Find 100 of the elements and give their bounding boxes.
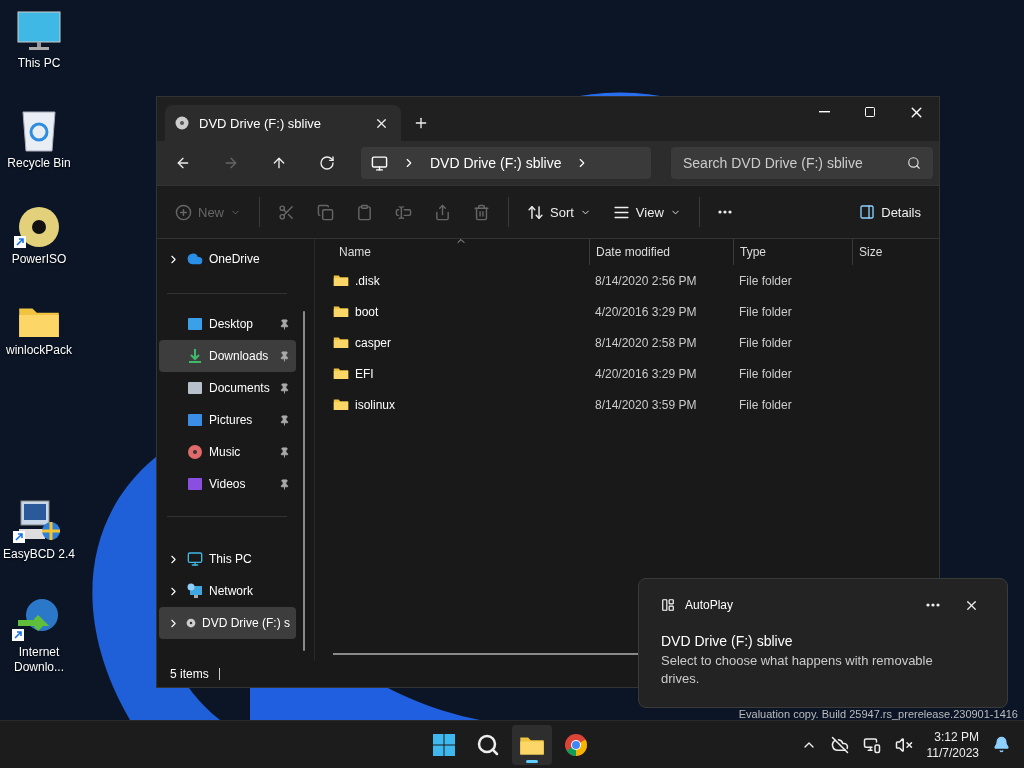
more-icon: [926, 603, 940, 607]
cloud-icon: [187, 251, 203, 267]
pin-icon: [279, 414, 290, 426]
sidebar-item[interactable]: Downloads: [159, 340, 296, 372]
type-cell-text: File folder: [738, 366, 793, 381]
picture-icon: [187, 412, 203, 428]
desktop-icon-label[interactable]: Internet Downlo...: [0, 645, 78, 675]
folder-taskbar-button[interactable]: [512, 725, 552, 765]
column-header[interactable]: Date modified: [589, 239, 733, 265]
forward-arrow-icon: [223, 155, 239, 171]
folder-icon: [333, 336, 349, 349]
recycle-bin-icon: [20, 108, 58, 152]
type-cell-text: File folder: [738, 397, 793, 412]
sidebar-item[interactable]: Videos: [159, 468, 296, 500]
monitor-icon: [371, 154, 388, 172]
folder-icon: [333, 274, 349, 287]
scissors-icon: [278, 203, 295, 221]
sidebar-item[interactable]: DVD Drive (F:) s: [159, 607, 296, 639]
address-bar[interactable]: DVD Drive (F:) sblive: [361, 147, 651, 179]
view-button[interactable]: View: [604, 195, 689, 229]
minimize-icon: [818, 111, 830, 113]
pin-icon: [279, 446, 290, 458]
sidebar-item[interactable]: Music: [159, 436, 296, 468]
plus-circle-icon: [175, 203, 192, 221]
panel-icon: [859, 204, 876, 220]
share-icon: [434, 203, 451, 221]
pin-icon: [279, 350, 290, 362]
toast-message: Select to choose what happens with removable drives.: [661, 652, 934, 688]
search-icon: [907, 156, 921, 170]
desktop-icon: [187, 316, 203, 332]
file-name-cell[interactable]: boot: [333, 304, 589, 319]
item-count: 5 items: [170, 667, 209, 681]
muted-speaker-icon[interactable]: [894, 735, 913, 754]
file-name-cell[interactable]: EFI: [333, 366, 589, 381]
pin-icon: [279, 318, 290, 330]
network-icon[interactable]: [862, 735, 881, 754]
evaluation-text: Evaluation copy. Build 25947.rs_prerelease.230901-1416: [738, 708, 1018, 720]
folder-icon: [333, 367, 349, 380]
app-icon: [661, 598, 675, 612]
notification-toast[interactable]: AutoPlay DVD Drive (F:) sblive Select to choose what happens with removable drives.: [638, 578, 1008, 708]
date-cell-text: 4/20/2016 3:29 PM: [594, 304, 698, 319]
search-field[interactable]: Search DVD Drive (F:) sblive: [671, 147, 933, 179]
date-cell-text: 8/14/2020 2:56 PM: [594, 273, 698, 288]
music-icon: [187, 444, 203, 460]
type-cell-text: File folder: [738, 304, 793, 319]
more-icon: [717, 210, 732, 214]
pin-icon: [279, 478, 290, 490]
sidebar-item[interactable]: Desktop: [159, 308, 296, 340]
file-name-cell[interactable]: casper: [333, 335, 589, 350]
type-cell-text: File folder: [738, 273, 793, 288]
desktop-icon-label[interactable]: This PC: [17, 56, 61, 71]
windows-logo-icon: [432, 733, 456, 757]
sidebar-item[interactable]: Pictures: [159, 404, 296, 436]
date-cell-text: 8/14/2020 2:58 PM: [594, 335, 698, 350]
column-header[interactable]: Size: [852, 239, 932, 265]
pin-icon: [279, 382, 290, 394]
cloud-off-icon[interactable]: [830, 735, 849, 754]
scrollbar[interactable]: [303, 311, 305, 651]
breadcrumb-item[interactable]: DVD Drive (F:) sblive: [430, 155, 562, 171]
details-button[interactable]: Details: [851, 195, 929, 229]
copy-icon: [317, 203, 334, 221]
sidebar-item[interactable]: Documents: [159, 372, 296, 404]
column-header[interactable]: Type: [733, 239, 852, 265]
disc-icon: [18, 206, 60, 248]
desktop-icon-label[interactable]: winlockPack: [6, 343, 72, 359]
video-icon: [187, 476, 203, 492]
rename-icon: [395, 203, 412, 221]
sidebar-item[interactable]: Network: [159, 575, 296, 607]
window-tab[interactable]: DVD Drive (F:) sblive: [165, 105, 401, 141]
refresh-icon: [319, 155, 335, 171]
folder-icon: [333, 398, 349, 411]
download-icon: [187, 348, 203, 364]
desktop-icon-label[interactable]: EasyBCD 2.4: [3, 547, 75, 562]
desktop-icon-label[interactable]: Recycle Bin: [7, 156, 71, 171]
search-icon: [476, 733, 500, 757]
network-icon: [187, 583, 203, 599]
type-cell-text: File folder: [738, 335, 793, 350]
trash-icon: [473, 203, 490, 221]
tab-title: DVD Drive (F:) sblive: [199, 115, 323, 131]
document-icon: [187, 380, 203, 396]
sort-button[interactable]: Sort: [519, 195, 599, 229]
folder-icon: [333, 305, 349, 318]
column-header[interactable]: Name: [333, 239, 589, 265]
disc-icon: [175, 116, 189, 130]
file-name-cell[interactable]: isolinux: [333, 397, 589, 412]
clipboard-icon: [356, 203, 373, 221]
computer-icon: [17, 499, 61, 543]
clock[interactable]: 3:12 PM 11/7/2023: [926, 728, 979, 761]
plus-icon: [413, 115, 429, 131]
sidebar-item[interactable]: OneDrive: [159, 243, 296, 275]
maximize-icon: [864, 106, 876, 118]
monitor-icon: [187, 551, 203, 567]
sort-icon: [527, 203, 544, 221]
sidebar-item[interactable]: This PC: [159, 543, 296, 575]
date-cell-text: 8/14/2020 3:59 PM: [594, 397, 698, 412]
desktop-icon-label[interactable]: PowerISO: [11, 252, 67, 267]
monitor-icon: [17, 10, 61, 52]
file-name-cell[interactable]: .disk: [333, 273, 589, 288]
notification-bell-icon[interactable]: [993, 736, 1010, 753]
toast-app-name: AutoPlay: [685, 598, 735, 612]
